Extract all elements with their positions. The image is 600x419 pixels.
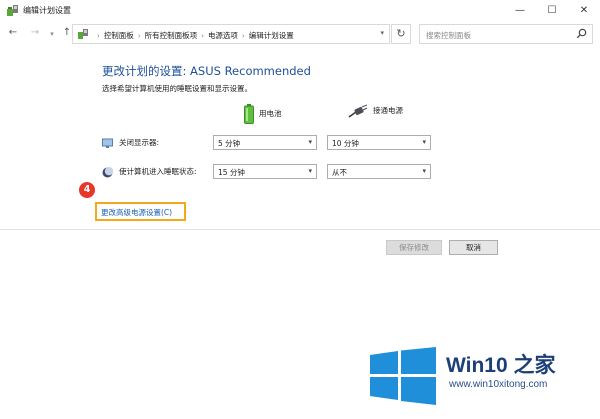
setting-label-sleep: 使计算机进入睡眠状态: [119,167,197,176]
breadcrumb-separator: › [137,32,141,40]
advanced-power-settings-link[interactable]: 更改高级电源设置(C) [101,207,172,218]
save-changes-button[interactable]: 保存修改 [386,240,442,255]
column-header-battery: 用电池 [244,104,282,124]
watermark-brand: Win10 之家 [446,354,556,377]
address-dropdown-icon[interactable]: ▾ [380,29,384,37]
column-header-battery-label: 用电池 [259,109,282,118]
display-off-battery-select[interactable]: 5 分钟 ▾ [213,135,317,150]
select-value: 从不 [332,168,347,177]
refresh-button[interactable]: ↻ [391,24,411,44]
back-button[interactable]: ← [6,27,20,38]
sleep-battery-select[interactable]: 15 分钟 ▾ [213,164,317,179]
search-icon[interactable] [576,28,587,39]
windows-logo-icon [370,347,436,405]
power-plug-icon [348,104,368,118]
chevron-down-icon: ▾ [308,167,312,175]
display-off-plugged-select[interactable]: 10 分钟 ▾ [327,135,431,150]
control-panel-icon [78,29,88,39]
title-bar: 编辑计划设置 — ☐ ✕ [0,0,600,21]
setting-label-display-off: 关闭显示器: [119,138,160,147]
select-value: 5 分钟 [218,139,241,148]
forward-button[interactable]: → [28,27,42,38]
breadcrumb-separator: › [97,32,100,40]
page-subtitle: 选择希望计算机使用的睡眠设置和显示设置。 [102,84,252,93]
chevron-down-icon: ▾ [308,138,312,146]
column-header-plugged-in-label: 接通电源 [373,106,403,115]
select-value: 15 分钟 [218,168,245,177]
window-title: 编辑计划设置 [23,6,71,15]
recent-locations-button[interactable]: ▾ [45,30,59,38]
power-options-app-icon [7,5,18,16]
display-icon [102,138,113,148]
search-box[interactable]: 搜索控制面板 [419,24,593,44]
select-value: 10 分钟 [332,139,359,148]
close-button[interactable]: ✕ [568,0,600,21]
breadcrumb-item-all-items[interactable]: 所有控制面板项 [145,31,198,40]
address-bar[interactable]: › 控制面板 › 所有控制面板项 › 电源选项 › 编辑计划设置 ▾ [72,24,390,44]
chevron-down-icon: ▾ [422,138,426,146]
breadcrumb: › 控制面板 › 所有控制面板项 › 电源选项 › 编辑计划设置 [93,30,294,41]
divider [0,229,600,230]
breadcrumb-separator: › [241,32,245,40]
setting-row-sleep: 使计算机进入睡眠状态: [102,166,197,178]
chevron-down-icon: ▾ [422,167,426,175]
sleep-moon-icon [102,166,113,177]
breadcrumb-item-control-panel[interactable]: 控制面板 [104,31,134,40]
navigation-bar: ← → ▾ ↑ › 控制面板 › 所有控制面板项 › 电源选项 › 编辑计划设置 ▾ ↻ 搜索… [0,21,600,48]
column-header-plugged-in: 接通电源 [348,104,403,118]
breadcrumb-separator: › [201,32,204,40]
breadcrumb-item-power-options[interactable]: 电源选项 [208,31,238,40]
breadcrumb-item-edit-plan[interactable]: 编辑计划设置 [249,31,294,40]
setting-row-display-off: 关闭显示器: [102,137,159,149]
sleep-plugged-select[interactable]: 从不 ▾ [327,164,431,179]
highlight-box: 更改高级电源设置(C) [95,202,186,221]
search-input[interactable]: 搜索控制面板 [426,30,471,41]
step-number-badge: 4 [79,182,95,198]
minimize-button[interactable]: — [504,0,536,21]
maximize-button[interactable]: ☐ [536,0,568,21]
watermark-url: www.win10xitong.com [449,379,548,390]
page-title: 更改计划的设置: ASUS Recommended [102,64,311,78]
battery-icon [244,104,254,124]
cancel-button[interactable]: 取消 [449,240,498,255]
